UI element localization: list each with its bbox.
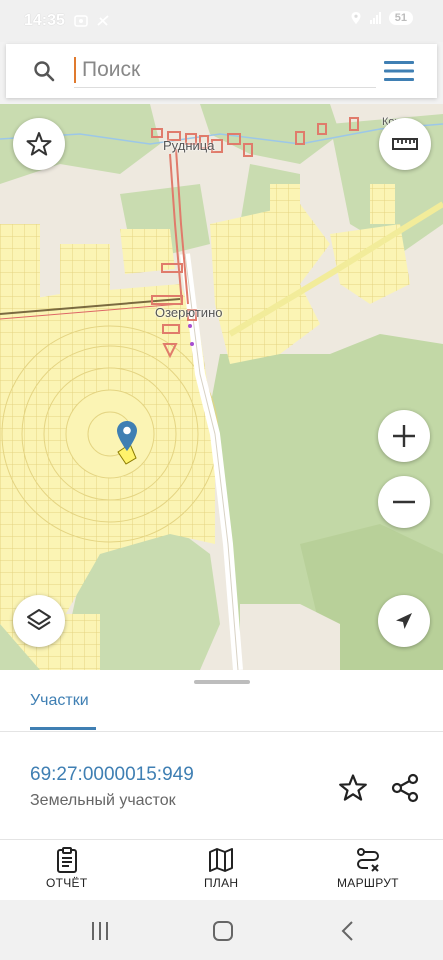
tab-parcels[interactable]: Участки	[30, 686, 89, 732]
zoom-out-button[interactable]	[378, 476, 430, 528]
sheet-drag-handle[interactable]	[194, 680, 250, 684]
nav-route[interactable]: МАРШРУТ	[337, 846, 399, 890]
back-icon[interactable]	[335, 918, 361, 944]
nav-route-label: МАРШРУТ	[337, 876, 399, 890]
text-cursor	[74, 57, 76, 83]
map-icon	[209, 848, 234, 872]
parcel-type: Земельный участок	[30, 792, 176, 809]
plus-icon	[393, 425, 415, 447]
map-view[interactable]: Рудница Озерютино Корчи	[0, 104, 443, 670]
map-label-ozeryutino: Озерютино	[155, 305, 223, 320]
location-icon	[351, 12, 361, 24]
home-icon[interactable]	[210, 918, 236, 944]
status-right-icons: 51	[349, 11, 413, 25]
bottom-sheet: Участки 69:27:0000015:949 Земельный учас…	[0, 670, 443, 900]
map-canvas[interactable]	[0, 104, 443, 670]
locate-button[interactable]	[378, 595, 430, 647]
route-icon	[356, 848, 379, 872]
status-bar: 14:35 51	[0, 0, 443, 42]
battery-indicator: 51	[388, 11, 413, 25]
signal-icon	[369, 12, 381, 24]
recent-apps-icon[interactable]	[87, 918, 113, 944]
star-icon[interactable]	[337, 772, 369, 804]
status-time: 14:35	[24, 12, 65, 29]
ruler-button[interactable]	[379, 118, 431, 170]
menu-icon[interactable]	[383, 59, 415, 83]
map-label-rudnitsa: Рудница	[163, 138, 215, 153]
favorite-button[interactable]	[13, 118, 65, 170]
nav-plan-label: ПЛАН	[204, 876, 239, 890]
system-navigation-bar	[0, 900, 443, 960]
search-bar	[6, 44, 437, 98]
tab-active-indicator	[30, 727, 96, 730]
map-marker-icon[interactable]	[117, 421, 137, 451]
clipboard-icon	[56, 847, 77, 873]
bottom-navigation: ОТЧЁТ ПЛАН МАРШРУТ	[0, 840, 443, 900]
screenshot-icon	[74, 15, 88, 27]
minus-icon	[393, 500, 415, 504]
navigation-arrow-icon	[396, 613, 412, 629]
zoom-in-button[interactable]	[378, 410, 430, 462]
search-icon[interactable]	[32, 59, 56, 83]
parcel-list-item[interactable]: 69:27:0000015:949 Земельный участок	[0, 732, 443, 840]
status-notification-icons	[73, 13, 111, 29]
nav-report[interactable]: ОТЧЁТ	[46, 846, 88, 890]
share-icon[interactable]	[389, 772, 421, 804]
layers-icon	[27, 609, 51, 630]
star-icon	[26, 132, 52, 156]
mute-icon	[97, 15, 109, 26]
tab-bar: Участки	[0, 686, 443, 732]
nav-plan[interactable]: ПЛАН	[204, 846, 238, 890]
ruler-icon	[392, 138, 418, 150]
nav-report-label: ОТЧЁТ	[46, 876, 88, 890]
parcel-cadastral-number[interactable]: 69:27:0000015:949	[30, 764, 194, 786]
layers-button[interactable]	[13, 595, 65, 647]
search-input[interactable]	[74, 52, 376, 88]
